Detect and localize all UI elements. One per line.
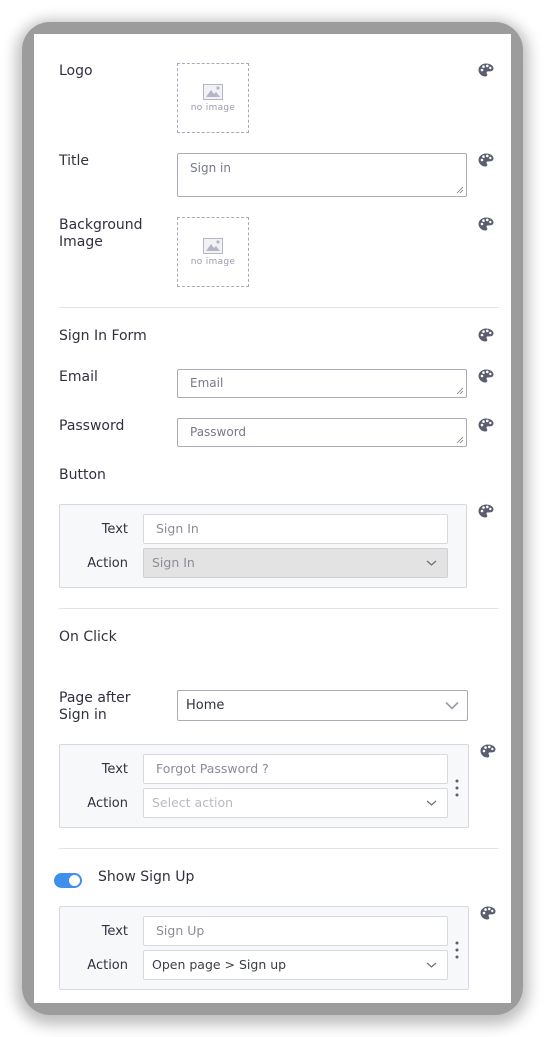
kebab-vertical-icon[interactable] bbox=[455, 779, 459, 797]
palette-icon[interactable] bbox=[478, 63, 494, 77]
background-image-label: Background Image bbox=[59, 217, 143, 251]
background-image-upload[interactable]: no image bbox=[177, 217, 249, 287]
action-label: Action bbox=[87, 796, 128, 811]
text-label: Text bbox=[101, 762, 128, 777]
image-icon bbox=[203, 237, 223, 254]
sign-up-text-field[interactable]: Sign Up bbox=[143, 916, 448, 946]
page-after-label-line2: Sign in bbox=[59, 707, 107, 723]
email-placeholder: Email bbox=[190, 376, 224, 390]
sign-in-form-heading: Sign In Form bbox=[59, 328, 147, 344]
sign-up-action-value: Open page > Sign up bbox=[152, 957, 287, 972]
palette-icon[interactable] bbox=[480, 906, 496, 920]
palette-icon[interactable] bbox=[480, 744, 496, 758]
forgot-password-config: Text Forgot Password ? Action Select act… bbox=[59, 744, 469, 828]
sign-in-button-action-select[interactable]: Sign In bbox=[143, 548, 448, 578]
toggle-knob bbox=[69, 875, 80, 886]
resize-grip-icon[interactable] bbox=[456, 387, 464, 395]
settings-panel: Logo no image Title Sign in Background I… bbox=[34, 34, 511, 1003]
password-placeholder: Password bbox=[190, 425, 247, 439]
background-label-line1: Background bbox=[59, 217, 143, 233]
email-field[interactable]: Email bbox=[177, 369, 467, 398]
sign-up-config: Text Sign Up Action Open page > Sign up bbox=[59, 906, 469, 990]
page-after-sign-in-label: Page after Sign in bbox=[59, 690, 130, 724]
text-label: Text bbox=[101, 522, 128, 537]
title-label: Title bbox=[59, 153, 90, 169]
resize-grip-icon[interactable] bbox=[456, 186, 464, 194]
show-sign-up-toggle[interactable] bbox=[54, 873, 82, 888]
button-heading: Button bbox=[59, 467, 106, 483]
palette-icon[interactable] bbox=[478, 217, 494, 231]
title-input[interactable]: Sign in bbox=[177, 153, 467, 197]
forgot-password-text-field[interactable]: Forgot Password ? bbox=[143, 754, 448, 784]
resize-grip-icon[interactable] bbox=[456, 436, 464, 444]
title-input-value: Sign in bbox=[190, 161, 231, 175]
sign-up-text-value: Sign Up bbox=[156, 923, 205, 938]
show-sign-up-label: Show Sign Up bbox=[98, 869, 195, 885]
sign-in-button-text-value: Sign In bbox=[156, 521, 199, 536]
no-image-text: no image bbox=[190, 256, 236, 267]
sign-in-button-text-field[interactable]: Sign In bbox=[143, 514, 448, 544]
palette-icon[interactable] bbox=[478, 369, 494, 383]
action-label: Action bbox=[87, 556, 128, 571]
page-after-label-line1: Page after bbox=[59, 690, 131, 706]
section-divider bbox=[59, 848, 499, 849]
background-label-line2: Image bbox=[59, 234, 103, 250]
logo-label: Logo bbox=[59, 63, 93, 79]
password-label: Password bbox=[59, 418, 125, 434]
action-label: Action bbox=[87, 958, 128, 973]
no-image-text: no image bbox=[190, 102, 236, 113]
palette-icon[interactable] bbox=[478, 418, 494, 432]
forgot-password-action-select[interactable]: Select action bbox=[143, 788, 448, 818]
email-label: Email bbox=[59, 369, 98, 385]
kebab-vertical-icon[interactable] bbox=[455, 941, 459, 959]
text-label: Text bbox=[101, 924, 128, 939]
section-divider bbox=[59, 307, 499, 308]
section-divider bbox=[59, 608, 499, 609]
chevron-down-icon bbox=[426, 560, 437, 566]
on-click-heading: On Click bbox=[59, 629, 117, 645]
logo-upload[interactable]: no image bbox=[177, 63, 249, 133]
forgot-password-action-placeholder: Select action bbox=[152, 795, 234, 810]
forgot-password-text-value: Forgot Password ? bbox=[156, 761, 269, 776]
chevron-down-icon bbox=[445, 701, 459, 710]
palette-icon[interactable] bbox=[478, 328, 494, 342]
page-after-sign-in-value: Home bbox=[186, 698, 225, 713]
palette-icon[interactable] bbox=[478, 504, 494, 518]
sign-in-button-config: Text Sign In Action Sign In bbox=[59, 504, 467, 588]
sign-in-button-action-value: Sign In bbox=[152, 555, 195, 570]
palette-icon[interactable] bbox=[478, 153, 494, 167]
image-icon bbox=[203, 83, 223, 100]
chevron-down-icon bbox=[426, 962, 437, 968]
page-after-sign-in-select[interactable]: Home bbox=[177, 690, 468, 721]
sign-up-action-select[interactable]: Open page > Sign up bbox=[143, 950, 448, 980]
chevron-down-icon bbox=[426, 800, 437, 806]
password-field[interactable]: Password bbox=[177, 418, 467, 447]
